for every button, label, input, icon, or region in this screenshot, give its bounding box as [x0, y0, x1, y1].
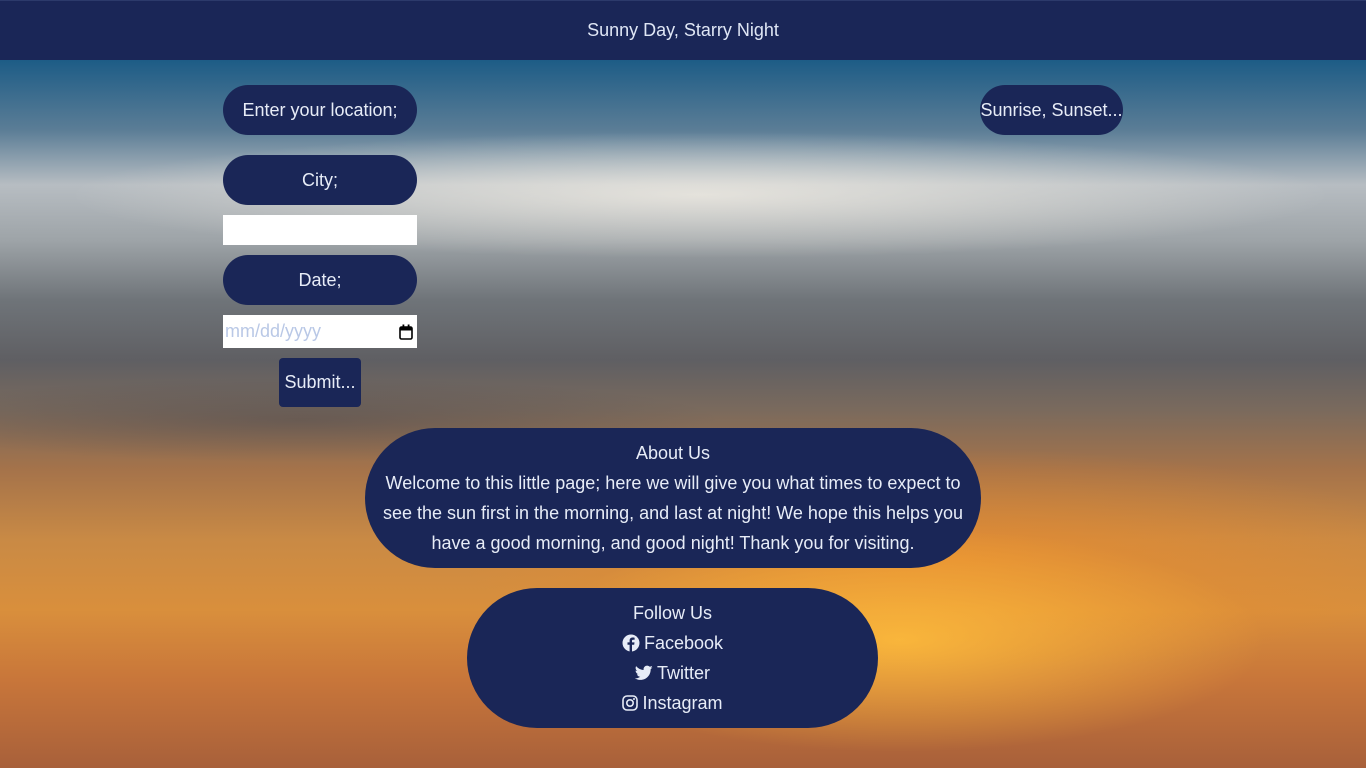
instagram-link[interactable]: Instagram: [467, 688, 878, 718]
instagram-icon: [622, 695, 639, 711]
date-label-text: Date;: [298, 269, 342, 290]
site-header: Sunny Day, Starry Night: [0, 0, 1366, 60]
facebook-label: Facebook: [643, 633, 724, 653]
follow-heading: Follow Us: [632, 603, 712, 623]
submit-button-label: Submit...: [284, 372, 356, 392]
instagram-label: Instagram: [642, 693, 723, 713]
twitter-link[interactable]: Twitter: [467, 658, 878, 688]
facebook-link[interactable]: Facebook: [467, 628, 878, 658]
submit-button[interactable]: Submit...: [279, 358, 361, 407]
sunrise-sunset-label: Sunrise, Sunset...: [980, 99, 1123, 120]
city-label: City;: [223, 155, 417, 205]
date-label: Date;: [223, 255, 417, 305]
location-heading-label: Enter your location;: [242, 99, 398, 120]
site-title: Sunny Day, Starry Night: [587, 20, 779, 40]
about-heading: About Us: [635, 443, 711, 463]
facebook-icon: [622, 634, 640, 652]
city-input[interactable]: [223, 215, 417, 245]
twitter-label: Twitter: [656, 663, 710, 683]
city-label-text: City;: [302, 169, 338, 190]
about-text: Welcome to this little page; here we wil…: [382, 473, 963, 553]
sunrise-sunset-panel: Sunrise, Sunset...: [980, 85, 1123, 135]
location-heading: Enter your location;: [223, 85, 417, 135]
about-section: About Us Welcome to this little page; he…: [365, 428, 981, 568]
follow-section: Follow Us Facebook Twitter Instagram: [467, 588, 878, 728]
date-input[interactable]: mm/dd/yyyy: [223, 315, 417, 348]
date-placeholder: mm/dd/yyyy: [225, 321, 322, 341]
twitter-icon: [634, 665, 653, 681]
calendar-icon[interactable]: [399, 324, 413, 340]
